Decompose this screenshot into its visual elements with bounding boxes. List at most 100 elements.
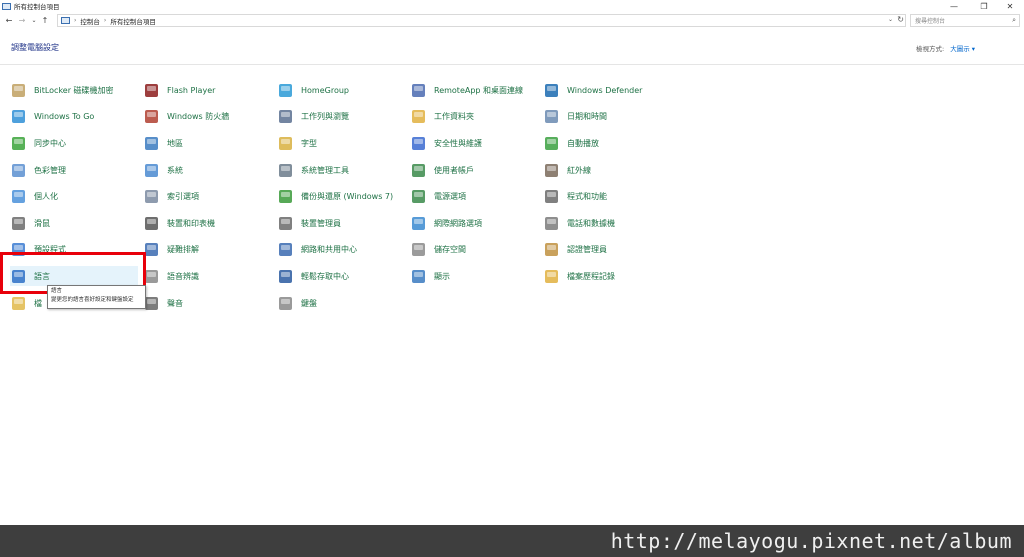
control-panel-item-power-options[interactable]: 電源選項 — [410, 186, 466, 206]
control-panel-item-remoteapp[interactable]: RemoteApp 和桌面連線 — [410, 80, 523, 100]
item-label: Windows To Go — [34, 111, 95, 121]
device-manager-icon — [277, 215, 294, 232]
control-panel-item-security-maintenance[interactable]: 安全性與維護 — [410, 133, 482, 153]
control-panel-item-work-folders[interactable]: 工作資料夾 — [410, 106, 474, 126]
item-label: 日期和時間 — [567, 111, 607, 121]
date-time-icon — [543, 108, 560, 125]
backup-restore-icon — [277, 188, 294, 205]
item-label: 疑難排解 — [167, 244, 199, 254]
close-button[interactable]: ✕ — [996, 0, 1024, 12]
control-panel-item-date-time[interactable]: 日期和時間 — [543, 106, 607, 126]
item-label: 系統 — [167, 165, 183, 175]
control-panel-item-fonts[interactable]: 字型 — [277, 133, 317, 153]
control-panel-item-file-history[interactable]: 檔案歷程記錄 — [543, 266, 615, 286]
control-panel-item-user-accounts[interactable]: 使用者帳戶 — [410, 160, 474, 180]
control-panel-item-admin-tools[interactable]: 系統管理工具 — [277, 160, 349, 180]
item-label: 儲存空間 — [434, 244, 466, 254]
control-panel-item-programs-features[interactable]: 程式和功能 — [543, 186, 607, 206]
item-label: HomeGroup — [301, 85, 349, 95]
control-panel-item-region[interactable]: 地區 — [143, 133, 183, 153]
refresh-button[interactable]: ↻ — [897, 15, 904, 24]
file-history-icon — [543, 268, 560, 285]
control-panel-item-network-sharing[interactable]: 網路和共用中心 — [277, 239, 357, 259]
control-panel-item-backup-restore[interactable]: 備份與還原 (Windows 7) — [277, 186, 393, 206]
address-bar[interactable]: › 控制台 › 所有控制台項目 ⌄ ↻ — [57, 14, 906, 27]
forward-button[interactable]: → — [17, 15, 27, 27]
remoteapp-icon — [410, 82, 427, 99]
control-panel-item-display[interactable]: 顯示 — [410, 266, 450, 286]
control-panel-icon — [61, 17, 70, 24]
security-maintenance-icon — [410, 135, 427, 152]
back-button[interactable]: ← — [4, 15, 14, 27]
item-label: 輕鬆存取中心 — [301, 271, 349, 281]
control-panel-item-mouse[interactable]: 滑鼠 — [10, 213, 50, 233]
item-label: 同步中心 — [34, 138, 66, 148]
network-sharing-icon — [277, 241, 294, 258]
control-panel-item-phone-modem[interactable]: 電話和數據機 — [543, 213, 615, 233]
control-panel-item-troubleshooting[interactable]: 疑難排解 — [143, 239, 199, 259]
item-label: 網際網路選項 — [434, 218, 482, 228]
item-label: 地區 — [167, 138, 183, 148]
taskbar-icon — [277, 108, 294, 125]
search-icon[interactable]: ⌕ — [1012, 16, 1016, 25]
restore-button[interactable]: ❐ — [970, 0, 998, 12]
recent-locations-button[interactable]: ⌄ — [29, 15, 39, 27]
control-panel-item-bitlocker[interactable]: BitLocker 磁碟機加密 — [10, 80, 114, 100]
storage-spaces-icon — [410, 241, 427, 258]
item-label: Windows 防火牆 — [167, 111, 230, 121]
user-accounts-icon — [410, 162, 427, 179]
control-panel-item-devices-printers[interactable]: 裝置和印表機 — [143, 213, 215, 233]
power-options-icon — [410, 188, 427, 205]
control-panel-item-taskbar[interactable]: 工作列與瀏覽 — [277, 106, 349, 126]
control-panel-item-storage-spaces[interactable]: 儲存空間 — [410, 239, 466, 259]
control-panel-item-color-management[interactable]: 色彩管理 — [10, 160, 66, 180]
control-panel-item-infrared[interactable]: 紅外線 — [543, 160, 591, 180]
control-panel-item-flash-player[interactable]: Flash Player — [143, 80, 215, 100]
window-title: 所有控制台項目 — [14, 3, 60, 11]
item-label: 個人化 — [34, 191, 58, 201]
language-tooltip: 語言 變更您的語言喜好設定和鍵盤設定 — [47, 285, 146, 309]
search-input[interactable]: 搜尋控制台 ⌕ — [910, 14, 1020, 27]
control-panel-item-indexing-options[interactable]: 索引選項 — [143, 186, 199, 206]
personalization-icon — [10, 188, 27, 205]
item-label: 自動播放 — [567, 138, 599, 148]
control-panel-item-ease-of-access[interactable]: 輕鬆存取中心 — [277, 266, 349, 286]
mouse-icon — [10, 215, 27, 232]
item-label: 安全性與維護 — [434, 138, 482, 148]
control-panel-item-keyboard[interactable]: 鍵盤 — [277, 293, 317, 313]
tooltip-title: 語言 — [51, 288, 63, 294]
item-label: 電源選項 — [434, 191, 466, 201]
item-label: 認證管理員 — [567, 244, 607, 254]
item-label: 裝置管理員 — [301, 218, 341, 228]
control-panel-item-sound[interactable]: 聲音 — [143, 293, 183, 313]
control-panel-item-homegroup[interactable]: HomeGroup — [277, 80, 349, 100]
tooltip-text: 變更您的語言喜好設定和鍵盤設定 — [51, 297, 134, 303]
control-panel-item-windows-to-go[interactable]: Windows To Go — [10, 106, 94, 126]
item-label: 聲音 — [167, 298, 183, 308]
item-label: 檔 — [34, 298, 42, 308]
item-label: 程式和功能 — [567, 191, 607, 201]
up-button[interactable]: ↑ — [40, 15, 50, 27]
control-panel-item-internet-options[interactable]: 網際網路選項 — [410, 213, 482, 233]
breadcrumb-all-items[interactable]: 所有控制台項目 — [110, 16, 156, 26]
control-panel-item-personalization[interactable]: 個人化 — [10, 186, 58, 206]
watermark-bar: http://melayogu.pixnet.net/album — [0, 525, 1024, 557]
control-panel-item-system[interactable]: 系統 — [143, 160, 183, 180]
address-dropdown-button[interactable]: ⌄ — [888, 16, 893, 23]
control-panel-item-sync-center[interactable]: 同步中心 — [10, 133, 66, 153]
control-panel-item-autoplay[interactable]: 自動播放 — [543, 133, 599, 153]
minimize-button[interactable]: — — [940, 0, 968, 12]
control-panel-item-credential-manager[interactable]: 認證管理員 — [543, 239, 607, 259]
control-panel-item-firewall[interactable]: Windows 防火牆 — [143, 106, 229, 126]
control-panel-item-windows-defender[interactable]: Windows Defender — [543, 80, 642, 100]
item-label: 工作列與瀏覽 — [301, 111, 349, 121]
control-panel-item-device-manager[interactable]: 裝置管理員 — [277, 213, 341, 233]
view-by-dropdown[interactable]: 大圖示 ▾ — [950, 45, 975, 53]
control-panel-item-speech-recognition[interactable]: 語音辨識 — [143, 266, 199, 286]
autoplay-icon — [543, 135, 560, 152]
admin-tools-icon — [277, 162, 294, 179]
item-label: 顯示 — [434, 271, 450, 281]
breadcrumb-control-panel[interactable]: 控制台 — [80, 16, 100, 26]
item-label: 字型 — [301, 138, 317, 148]
control-panel-item-folder-options[interactable]: 檔 — [10, 293, 42, 313]
